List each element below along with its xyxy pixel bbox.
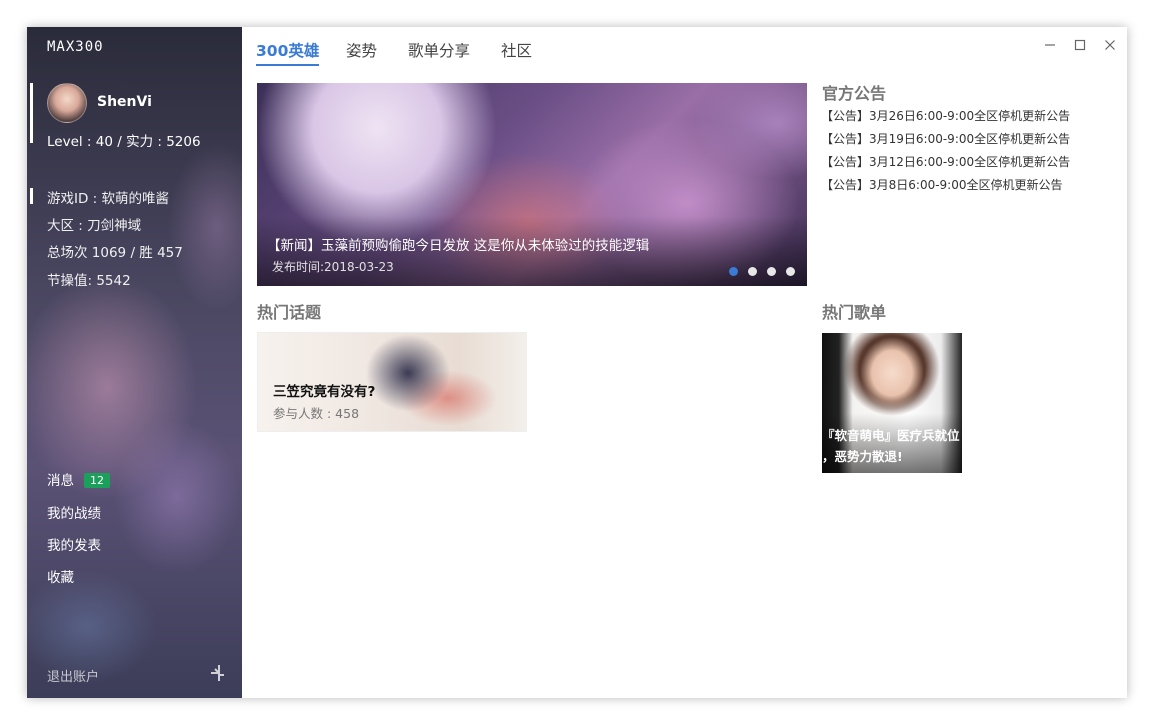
message-count-badge: 12 [84, 473, 110, 488]
hot-playlists-title: 热门歌单 [822, 303, 887, 322]
app-logo: MAX300 [47, 39, 104, 55]
hot-topics-title: 热门话题 [257, 303, 322, 322]
sidebar: MAX300 ShenVi Level : 40 / 实力 : 5206 游戏I… [27, 27, 242, 698]
playlist-title-line: 『软音萌电』医疗兵就位 [822, 428, 960, 443]
announcements-title: 官方公告 [822, 84, 887, 103]
playlist-title-line: ，恶势力散退! [822, 449, 903, 464]
tab-posture[interactable]: 姿势 [346, 39, 377, 61]
announcement-item[interactable]: 【公告】3月26日6:00-9:00全区停机更新公告 [821, 107, 1070, 124]
sidebar-item-my-record[interactable]: 我的战绩 [47, 502, 101, 522]
settings-icon[interactable] [207, 663, 227, 683]
sidebar-item-messages[interactable]: 消息 12 [47, 469, 110, 489]
match-record: 总场次 1069 / 胜 457 [47, 245, 183, 261]
carousel-dot[interactable] [729, 267, 738, 276]
sidebar-item-label: 消息 [47, 473, 74, 489]
user-accent-bar [30, 83, 33, 143]
news-banner[interactable]: 【新闻】玉藻前预购偷跑今日发放 这是你从未体验过的技能逻辑 发布时间:2018-… [257, 83, 807, 286]
topic-card[interactable]: 三笠究竟有没有? 参与人数 : 458 [257, 332, 527, 432]
banner-title: 【新闻】玉藻前预购偷跑今日发放 这是你从未体验过的技能逻辑 [267, 238, 650, 254]
logout-link[interactable]: 退出账户 [47, 666, 99, 685]
minimize-icon[interactable] [1042, 37, 1058, 53]
announcement-item[interactable]: 【公告】3月8日6:00-9:00全区停机更新公告 [821, 176, 1063, 193]
playlist-card[interactable]: 『软音萌电』医疗兵就位 ，恶势力散退! [822, 333, 962, 473]
announcement-item[interactable]: 【公告】3月12日6:00-9:00全区停机更新公告 [821, 153, 1070, 170]
active-tab-indicator [256, 64, 319, 66]
username: ShenVi [97, 94, 152, 110]
carousel-dot[interactable] [786, 267, 795, 276]
tab-community[interactable]: 社区 [501, 39, 532, 61]
game-id-accent-bar [30, 188, 33, 204]
topic-title: 三笠究竟有没有? [273, 384, 376, 400]
playlist-title: 『软音萌电』医疗兵就位 ，恶势力散退! [822, 425, 962, 467]
region: 大区 : 刀剑神域 [47, 218, 142, 234]
tab-300-heroes[interactable]: 300英雄 [256, 39, 319, 61]
maximize-icon[interactable] [1072, 37, 1088, 53]
carousel-dot[interactable] [748, 267, 757, 276]
app-window: MAX300 ShenVi Level : 40 / 实力 : 5206 游戏I… [27, 27, 1127, 698]
sidebar-item-favorites[interactable]: 收藏 [47, 566, 74, 586]
close-icon[interactable] [1102, 37, 1118, 53]
sidebar-item-my-posts[interactable]: 我的发表 [47, 534, 101, 554]
game-id: 游戏ID : 软萌的唯酱 [47, 191, 170, 207]
tab-playlist-share[interactable]: 歌单分享 [408, 39, 470, 61]
integrity-value: 节操值: 5542 [47, 273, 131, 289]
level-strength: Level : 40 / 实力 : 5206 [47, 134, 201, 150]
carousel-dot[interactable] [767, 267, 776, 276]
topic-participants: 参与人数 : 458 [273, 406, 360, 421]
banner-date: 发布时间:2018-03-23 [272, 260, 394, 274]
announcement-item[interactable]: 【公告】3月19日6:00-9:00全区停机更新公告 [821, 130, 1070, 147]
carousel-dots [719, 261, 795, 280]
avatar[interactable] [47, 83, 87, 123]
